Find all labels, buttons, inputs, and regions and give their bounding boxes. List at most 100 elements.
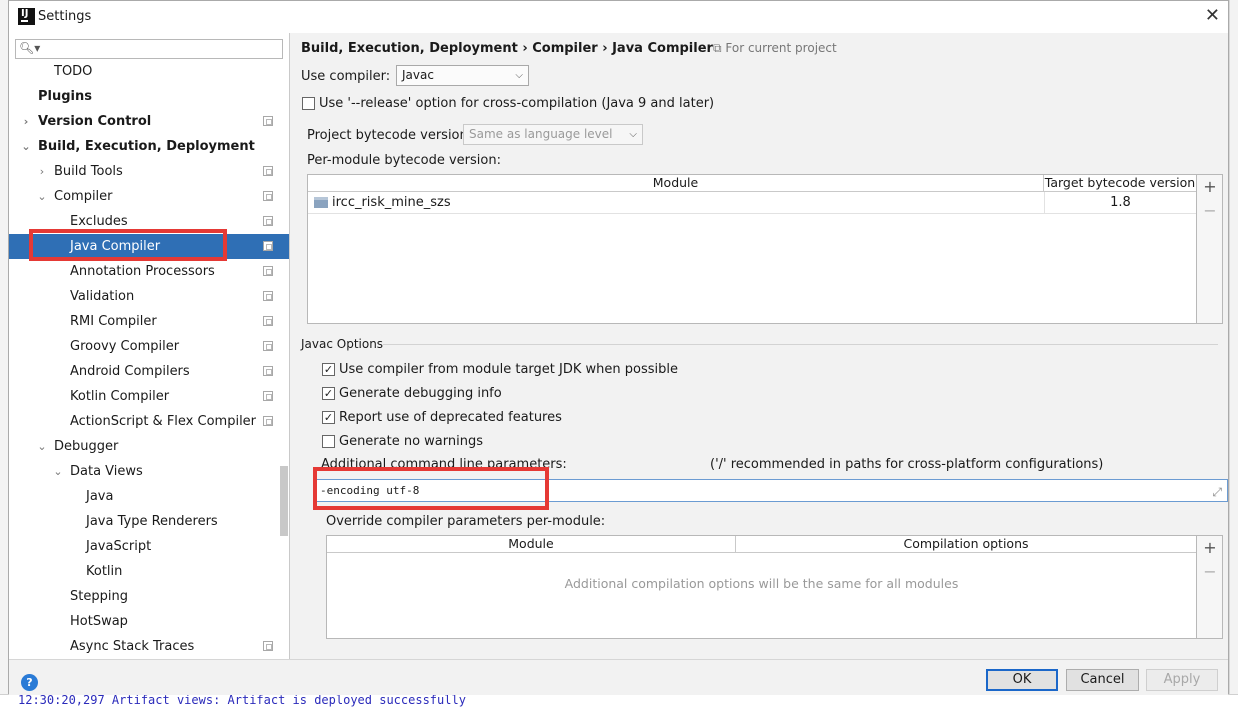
tree-scrollbar[interactable] — [280, 466, 288, 536]
tree-item[interactable]: Java — [9, 484, 289, 509]
tree-item[interactable]: HotSwap — [9, 609, 289, 634]
use-module-jdk-checkbox[interactable]: ✓ — [322, 363, 335, 376]
tree-item[interactable]: Android Compilers — [9, 359, 289, 384]
column-header-target-version[interactable]: Target bytecode version — [1044, 175, 1196, 192]
cancel-button[interactable]: Cancel — [1066, 669, 1139, 691]
additional-params-hint: ('/' recommended in paths for cross-plat… — [710, 457, 1104, 472]
no-warnings-label: Generate no warnings — [339, 434, 484, 449]
tree-item[interactable]: Annotation Processors — [9, 259, 289, 284]
table-row[interactable]: ircc_risk_mine_szs 1.8 — [308, 192, 1196, 214]
tree-item-label: Build, Execution, Deployment — [38, 139, 255, 154]
chevron-down-icon[interactable]: ⌄ — [53, 459, 63, 484]
additional-params-label: Additional command line parameters: — [321, 457, 567, 472]
debug-info-checkbox[interactable]: ✓ — [322, 387, 335, 400]
project-bytecode-select[interactable]: Same as language level ⌵ — [463, 124, 643, 145]
tree-item-label: ActionScript & Flex Compiler — [70, 414, 257, 429]
expand-icon[interactable]: ⤢ — [1212, 482, 1222, 503]
tree-item[interactable]: Validation — [9, 284, 289, 309]
tree-item-label: Data Views — [70, 464, 143, 479]
add-icon[interactable]: + — [1197, 538, 1223, 557]
title-bar: IJ Settings ✕ — [9, 1, 1228, 33]
dialog-title: Settings — [38, 9, 92, 24]
javac-options-title: Javac Options — [301, 337, 384, 351]
column-header-compilation-options[interactable]: Compilation options — [736, 536, 1196, 553]
release-option-checkbox[interactable] — [302, 97, 315, 110]
tree-item[interactable]: ⌄ Build, Execution, Deployment — [9, 134, 289, 159]
override-label: Override compiler parameters per-module: — [326, 514, 606, 529]
project-scope-icon — [263, 641, 273, 651]
module-name: ircc_risk_mine_szs — [332, 195, 451, 210]
settings-tree: 🔍︎▾ TODO Plugins › Version Control ⌄ Build, E… — [9, 33, 290, 659]
remove-icon[interactable]: − — [1197, 201, 1223, 220]
use-compiler-label: Use compiler: — [301, 69, 391, 84]
module-folder-icon — [314, 197, 328, 208]
tree-item[interactable]: JavaScript — [9, 534, 289, 559]
tree-item[interactable]: › Build Tools — [9, 159, 289, 184]
tree-item-label: Android Compilers — [70, 364, 190, 379]
override-table: Module Compilation options Additional co… — [326, 535, 1197, 639]
project-scope-icon: ⧉ — [713, 41, 726, 55]
search-icon: 🔍︎▾ — [19, 41, 41, 55]
tree-item-label: Plugins — [38, 89, 92, 104]
no-warnings-checkbox[interactable] — [322, 435, 335, 448]
chevron-down-icon[interactable]: ⌄ — [37, 184, 47, 209]
tree-item[interactable]: ⌄ Data Views — [9, 459, 289, 484]
tree-item[interactable]: Java Compiler — [9, 234, 289, 259]
tree-item-label: Validation — [70, 289, 135, 304]
column-header-module[interactable]: Module — [308, 175, 1044, 192]
project-scope-icon — [263, 116, 273, 126]
tree-item[interactable]: Kotlin — [9, 559, 289, 584]
debug-info-label: Generate debugging info — [339, 386, 502, 401]
tree-item[interactable]: ActionScript & Flex Compiler — [9, 409, 289, 434]
breadcrumb: Build, Execution, Deployment › Compiler … — [301, 41, 713, 56]
chevron-right-icon[interactable]: › — [21, 109, 31, 134]
tree-item-label: RMI Compiler — [70, 314, 157, 329]
help-icon[interactable]: ? — [21, 674, 38, 691]
tree-item[interactable]: ⌄ Debugger — [9, 434, 289, 459]
tree-item[interactable]: Excludes — [9, 209, 289, 234]
chevron-down-icon[interactable]: ⌄ — [21, 134, 31, 159]
tree-item[interactable]: RMI Compiler — [9, 309, 289, 334]
chevron-down-icon[interactable]: ⌄ — [37, 434, 47, 459]
background-ide-right — [1229, 0, 1238, 708]
tree-item[interactable]: Async Stack Traces — [9, 634, 289, 659]
tree-item[interactable]: Plugins — [9, 84, 289, 109]
tree-item[interactable]: Groovy Compiler — [9, 334, 289, 359]
tree-item-label: Debugger — [54, 439, 119, 454]
section-divider — [383, 344, 1218, 345]
project-bytecode-value: Same as language level — [469, 127, 613, 141]
remove-icon[interactable]: − — [1197, 562, 1223, 581]
project-scope-icon — [263, 416, 273, 426]
add-icon[interactable]: + — [1197, 177, 1223, 196]
tree-item[interactable]: ⌄ Compiler — [9, 184, 289, 209]
tree-item-label: Stepping — [70, 589, 128, 604]
tree-item[interactable]: Stepping — [9, 584, 289, 609]
tree-item[interactable]: TODO — [9, 59, 289, 84]
settings-search-input[interactable]: 🔍︎▾ — [15, 39, 283, 59]
additional-params-input[interactable]: -encoding utf-8 ⤢ — [315, 479, 1228, 502]
tree-item-label: Annotation Processors — [70, 264, 215, 279]
column-header-module[interactable]: Module — [327, 536, 736, 553]
use-compiler-select[interactable]: Javac ⌵ — [396, 65, 529, 86]
project-scope-icon — [263, 316, 273, 326]
tree-item[interactable]: Java Type Renderers — [9, 509, 289, 534]
chevron-down-icon: ⌵ — [629, 129, 637, 140]
chevron-right-icon[interactable]: › — [37, 159, 47, 184]
empty-table-text: Additional compilation options will be t… — [564, 576, 959, 591]
close-icon[interactable]: ✕ — [1205, 5, 1220, 26]
per-module-toolbar: + − — [1197, 174, 1223, 324]
project-scope-icon — [263, 291, 273, 301]
deprecated-features-checkbox[interactable]: ✓ — [322, 411, 335, 424]
project-scope-icon — [263, 166, 273, 176]
project-scope-icon — [263, 191, 273, 201]
tree-item-label: Java Compiler — [70, 239, 161, 254]
tree-item-label: Build Tools — [54, 164, 123, 179]
tree-item-label: Kotlin — [86, 564, 123, 579]
ok-button[interactable]: OK — [986, 669, 1058, 691]
apply-button[interactable]: Apply — [1146, 669, 1218, 691]
settings-dialog: IJ Settings ✕ 🔍︎▾ TODO Plugins › Version Co… — [8, 0, 1229, 695]
per-module-table: Module Target bytecode version ircc_risk… — [307, 174, 1197, 324]
tree-item[interactable]: › Version Control — [9, 109, 289, 134]
tree-item-label: Excludes — [70, 214, 128, 229]
tree-item[interactable]: Kotlin Compiler — [9, 384, 289, 409]
